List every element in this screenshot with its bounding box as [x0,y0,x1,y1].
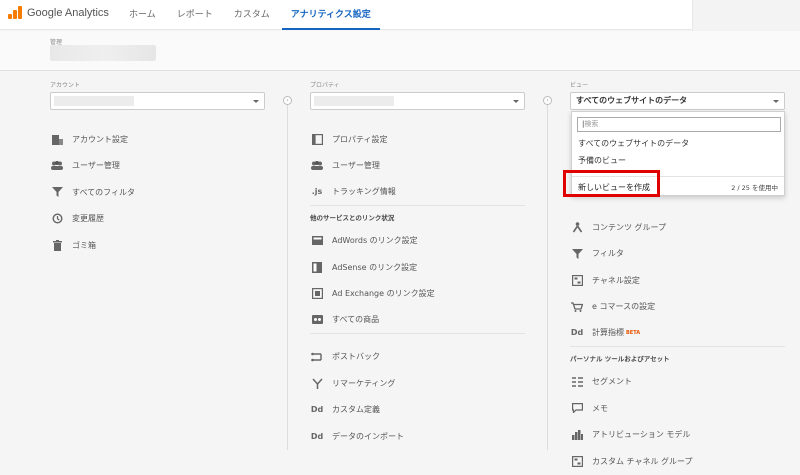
menu-item-content-grouping[interactable]: コンテンツ グループ [570,214,785,241]
attribution-icon [570,428,584,442]
view-select[interactable]: すべてのウェブサイトのデータ [570,92,785,110]
nav-reports[interactable]: レポート [168,0,222,30]
view-label: ビュー [570,82,589,89]
users-icon [50,159,64,173]
building-icon [50,132,64,146]
view-menu: コンテンツ グループ フィルタ チャネル設定 e コマースの設定 Dd 計算指標… [570,214,785,475]
menu-item-adexchange-linking[interactable]: Ad Exchange のリンク設定 [310,281,525,308]
view-search-input[interactable]: |検索 [577,117,781,132]
property-value-redacted [314,96,394,106]
brand[interactable]: Google Analytics [8,6,109,19]
menu-item-property-settings[interactable]: プロパティ設定 [310,126,525,153]
menu-item-adsense-linking[interactable]: AdSense のリンク設定 [310,254,525,281]
account-column: アカウント アカウント設定 ユーザー管理 すべてのフィルタ 変更履歴 ゴミ箱 [50,80,265,259]
menu-item-change-history[interactable]: 変更履歴 [50,206,265,233]
tracking-js-icon: .js [311,187,323,197]
history-icon [50,212,64,226]
menu-item-channel-settings[interactable]: チャネル設定 [570,267,785,294]
menu-item-postback[interactable]: ポストバック [310,344,525,371]
highlight-box [563,170,660,197]
property-settings-icon [310,132,324,146]
menu-item-segments[interactable]: セグメント [570,369,785,396]
chevron-down-icon [253,100,259,103]
arrow-right-icon: › [543,96,552,105]
menu-item-trash[interactable]: ゴミ箱 [50,232,265,259]
remarketing-icon [310,376,324,390]
trash-icon [50,238,64,252]
menu-item-ecommerce-settings[interactable]: e コマースの設定 [570,294,785,321]
adexchange-icon [310,287,324,301]
dd-icon: Dd [570,328,584,338]
account-select[interactable] [50,92,265,110]
account-label: アカウント [50,82,81,89]
menu-item-all-products[interactable]: すべての商品 [310,307,525,334]
filter-icon [50,185,64,199]
menu-item-custom-definitions[interactable]: Dd カスタム定義 [310,397,525,424]
postback-icon [310,350,324,364]
menu-item-user-management[interactable]: ユーザー管理 [310,153,525,180]
property-select[interactable] [310,92,525,110]
chevron-down-icon [773,100,779,103]
menu-item-attribution-models[interactable]: アトリビューション モデル [570,422,785,449]
account-menu: アカウント設定 ユーザー管理 すべてのフィルタ 変更履歴 ゴミ箱 [50,126,265,259]
menu-item-all-filters[interactable]: すべてのフィルタ [50,179,265,206]
content-group-icon [570,220,584,234]
menu-item-calculated-metrics[interactable]: Dd 計算指標 BETA [570,320,785,347]
brand-name: Google Analytics [27,6,109,19]
dropdown-option-backup-view[interactable]: 予備のビュー [578,155,626,166]
channel-icon [570,273,584,287]
column-divider [547,100,548,450]
cart-icon [570,300,584,314]
channel-icon [570,454,584,468]
main-nav: ホーム レポート カスタム アナリティクス設定 [120,0,383,30]
dd-icon: Dd [310,405,324,415]
menu-item-tracking-info[interactable]: .js トラッキング情報 [310,179,525,206]
nav-custom[interactable]: カスタム [225,0,279,30]
menu-item-data-import[interactable]: Dd データのインポート [310,423,525,450]
adwords-icon [310,234,324,248]
menu-item-custom-channel-groups[interactable]: カスタム チャネル グループ [570,448,785,475]
property-column: プロパティ プロパティ設定 ユーザー管理 .js トラッキング情報 他のサービス… [310,80,525,450]
analytics-logo-icon [8,6,22,19]
admin-header: 管理 [0,31,800,71]
arrow-right-icon: › [283,96,292,105]
dd-icon: Dd [310,431,324,441]
memo-icon [570,401,584,415]
users-icon [310,159,324,173]
products-icon [310,313,324,327]
dropdown-option-all-website-data[interactable]: すべてのウェブサイトのデータ [578,138,689,149]
menu-item-adwords-linking[interactable]: AdWords のリンク設定 [310,228,525,255]
menu-item-account-settings[interactable]: アカウント設定 [50,126,265,153]
adsense-icon [310,260,324,274]
search-placeholder: 検索 [584,120,599,128]
property-menu: プロパティ設定 ユーザー管理 .js トラッキング情報 他のサービスとのリンク状… [310,126,525,450]
nav-home[interactable]: ホーム [120,0,165,30]
segment-icon [570,375,584,389]
section-product-linking: 他のサービスとのリンク状況 [310,213,395,222]
property-label: プロパティ [310,82,340,89]
account-name-redacted [50,45,156,61]
top-bar: Google Analytics ホーム レポート カスタム アナリティクス設定 [0,0,800,36]
nav-admin[interactable]: アナリティクス設定 [281,0,380,30]
menu-item-annotations[interactable]: メモ [570,395,785,422]
menu-item-user-management[interactable]: ユーザー管理 [50,153,265,180]
column-divider [287,100,288,450]
beta-badge: BETA [626,329,641,336]
chevron-down-icon [513,100,519,103]
account-value-redacted [54,96,134,106]
view-usage-count: 2 / 25 を使用中 [731,184,778,192]
view-selected-value: すべてのウェブサイトのデータ [576,96,688,105]
section-personal-tools: パーソナル ツールおよびアセット [570,354,670,363]
menu-item-remarketing[interactable]: リマーケティング [310,370,525,397]
filter-icon [570,247,584,261]
menu-item-filters[interactable]: フィルタ [570,241,785,268]
